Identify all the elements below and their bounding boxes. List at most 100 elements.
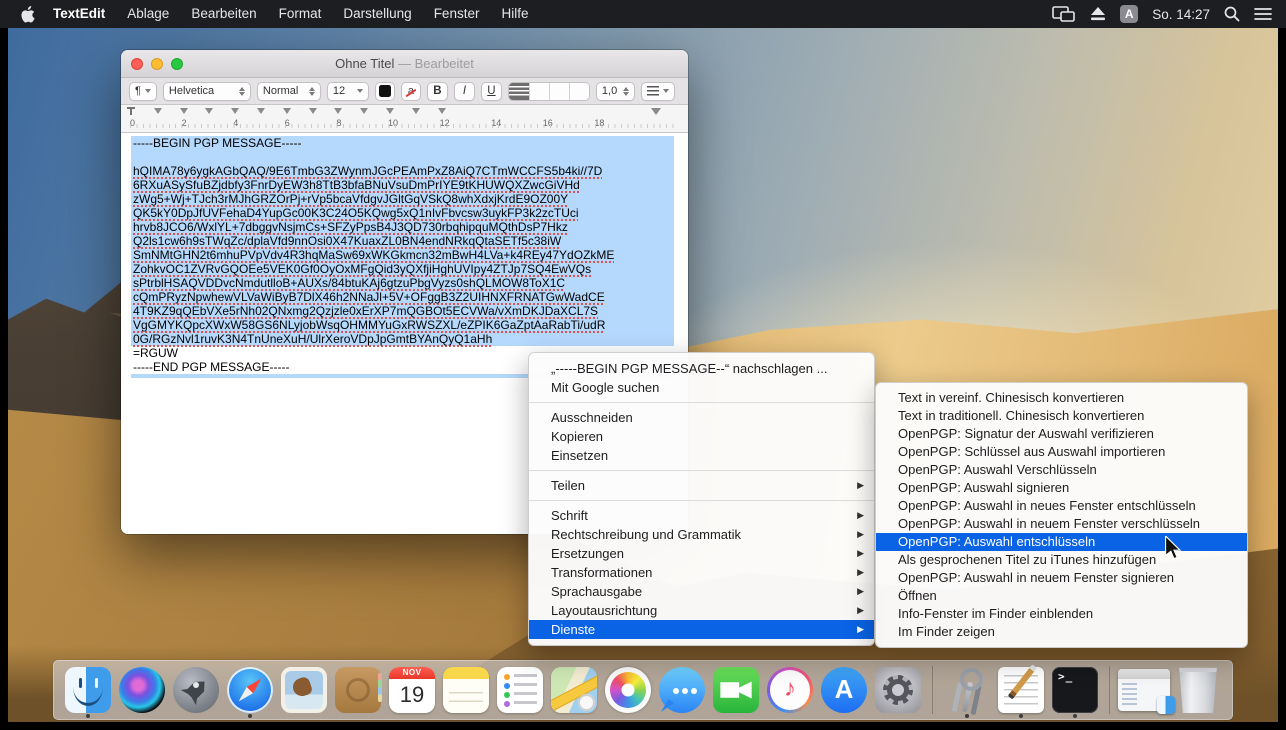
services-submenu-item-openpgp-signatur-der-auswahl-verifiziere[interactable]: OpenPGP: Signatur der Auswahl verifizier… [876,425,1247,443]
context-menu-item-ausschneiden[interactable]: Ausschneiden [529,408,874,427]
tab-stop-marker[interactable] [257,108,265,114]
services-submenu-item-openpgp-schlüssel-aus-auswahl-importiere[interactable]: OpenPGP: Schlüssel aus Auswahl importier… [876,443,1247,461]
close-button[interactable] [131,58,143,70]
context-menu-item-sprachausgabe[interactable]: Sprachausgabe▶ [529,582,874,601]
text-color-well[interactable] [375,82,395,101]
services-submenu-item-info-fenster-im-finder-einblenden[interactable]: Info-Fenster im Finder einblenden [876,605,1247,623]
menubar-item-textedit[interactable]: TextEdit [42,0,116,28]
context-menu-item-dienste[interactable]: Dienste▶ [529,620,874,639]
input-source-badge[interactable]: A [1120,5,1138,23]
services-submenu-item-openpgp-auswahl-entschlüsseln[interactable]: OpenPGP: Auswahl entschlüsseln [876,533,1247,551]
dock-item-safari[interactable] [226,662,274,718]
ruler-number: 18 [594,118,604,128]
dock-item-facetime[interactable] [712,662,760,718]
tab-stop-marker[interactable] [180,108,188,114]
context-menu-item-rechtschreibung-und-grammatik[interactable]: Rechtschreibung und Grammatik▶ [529,525,874,544]
services-submenu-item-openpgp-auswahl-in-neuem-fenster-verschl[interactable]: OpenPGP: Auswahl in neuem Fenster versch… [876,515,1247,533]
context-menu-item-einsetzen[interactable]: Einsetzen [529,446,874,465]
dock-item-keychain[interactable] [943,662,991,718]
paragraph-styles-button[interactable]: ¶ [129,82,157,101]
display-mirroring-icon[interactable] [1052,6,1076,22]
menubar-item-format[interactable]: Format [268,0,333,28]
dock-item-finder[interactable] [64,662,112,718]
context-menu-item-layoutausrichtung[interactable]: Layoutausrichtung▶ [529,601,874,620]
font-size-select[interactable]: 12 [327,82,369,101]
context-menu-item-mit-google-suchen[interactable]: Mit Google suchen [529,378,874,397]
services-submenu-item-openpgp-auswahl-in-neuem-fenster-signier[interactable]: OpenPGP: Auswahl in neuem Fenster signie… [876,569,1247,587]
background-color-well[interactable]: a [401,82,421,101]
dock-item-trash[interactable] [1174,662,1222,718]
context-menu-item-teilen[interactable]: Teilen▶ [529,476,874,495]
context-menu-item-kopieren[interactable]: Kopieren [529,427,874,446]
dock-item-maps[interactable] [550,662,598,718]
dock-item-appstore[interactable] [820,662,868,718]
tab-stop-marker[interactable] [334,108,342,114]
dock-item-contacts[interactable] [334,662,382,718]
document-line: 0G/RGzNvl1ruvK3N4TnUneXuH/UlrXeroVDpJpGm… [131,332,674,346]
notification-center-icon[interactable] [1254,7,1272,21]
tab-stop-marker[interactable] [360,108,368,114]
services-submenu-item-als-gesprochenen-titel-zu-itunes-hinzufü[interactable]: Als gesprochenen Titel zu iTunes hinzufü… [876,551,1247,569]
tab-stop-marker[interactable] [309,108,317,114]
tab-stop-marker[interactable] [283,108,291,114]
services-submenu-item-text-in-traditionell-chinesisch-konverti[interactable]: Text in traditionell. Chinesisch konvert… [876,407,1247,425]
tab-stop-marker[interactable] [231,108,239,114]
context-menu-item-transformationen[interactable]: Transformationen▶ [529,563,874,582]
tab-stop-marker[interactable] [438,108,446,114]
dock-item-itunes[interactable] [766,662,814,718]
menu-bar-clock[interactable]: So. 14:27 [1152,7,1210,22]
tab-stop-marker[interactable] [154,108,162,114]
desktop[interactable]: Ohne Titel — Bearbeitet ¶ Helvetica Norm… [8,28,1278,722]
italic-button[interactable]: I [454,82,475,101]
services-submenu-item-im-finder-zeigen[interactable]: Im Finder zeigen [876,623,1247,641]
services-submenu-item-text-in-vereinf-chinesisch-konvertieren[interactable]: Text in vereinf. Chinesisch konvertieren [876,389,1247,407]
menubar-item-hilfe[interactable]: Hilfe [490,0,539,28]
tab-stop-marker[interactable] [205,108,213,114]
menubar-item-bearbeiten[interactable]: Bearbeiten [180,0,267,28]
document-line: -----BEGIN PGP MESSAGE----- [131,136,674,150]
services-submenu-item-öffnen[interactable]: Öffnen [876,587,1247,605]
right-indent-marker[interactable] [651,108,661,115]
dock-item-photos[interactable] [604,662,652,718]
menubar-item-fenster[interactable]: Fenster [423,0,491,28]
ruler[interactable]: 024681012141618 [121,105,688,133]
menubar-item-ablage[interactable]: Ablage [116,0,180,28]
spotlight-search-icon[interactable] [1224,6,1240,22]
bold-button[interactable]: B [427,82,448,101]
dock-item-launchpad[interactable] [172,662,220,718]
align-center-button[interactable] [529,83,549,100]
dock-item-mail[interactable] [280,662,328,718]
align-right-button[interactable] [549,83,569,100]
underline-button[interactable]: U [481,82,502,101]
zoom-button[interactable] [171,58,183,70]
eject-icon[interactable] [1090,7,1106,21]
tab-stop-marker[interactable] [412,108,420,114]
font-family-select[interactable]: Helvetica [163,82,251,101]
dock-item-systemprefs[interactable] [874,662,922,718]
dock-item-reminders[interactable] [496,662,544,718]
context-menu-item-begin-pgp-message-nachschlagen[interactable]: „-----BEGIN PGP MESSAGE--“ nachschlagen … [529,359,874,378]
dock-item-calendar[interactable]: NOV19 [388,662,436,718]
list-style-button[interactable] [641,82,675,101]
tab-stop-marker[interactable] [386,108,394,114]
dock-item-minwindow[interactable] [1120,662,1168,718]
title-bar[interactable]: Ohne Titel — Bearbeitet [121,50,688,78]
context-menu-item-schrift[interactable]: Schrift▶ [529,506,874,525]
dock-item-messages[interactable] [658,662,706,718]
dock-item-siri[interactable] [118,662,166,718]
services-submenu-item-openpgp-auswahl-in-neues-fenster-entschl[interactable]: OpenPGP: Auswahl in neues Fenster entsch… [876,497,1247,515]
context-menu-item-ersetzungen[interactable]: Ersetzungen▶ [529,544,874,563]
left-indent-marker[interactable] [127,107,135,115]
apple-menu-icon[interactable] [12,6,42,23]
align-left-button[interactable] [509,83,529,100]
align-justify-button[interactable] [569,83,589,100]
dock-item-textedit[interactable] [997,662,1045,718]
minimize-button[interactable] [151,58,163,70]
font-style-select[interactable]: Normal [257,82,321,101]
services-submenu-item-openpgp-auswahl-verschlüsseln[interactable]: OpenPGP: Auswahl Verschlüsseln [876,461,1247,479]
services-submenu-item-openpgp-auswahl-signieren[interactable]: OpenPGP: Auswahl signieren [876,479,1247,497]
dock-item-terminal[interactable]: >_ [1051,662,1099,718]
line-spacing-stepper[interactable]: 1,0 [596,82,635,101]
dock-item-notes[interactable] [442,662,490,718]
menubar-item-darstellung[interactable]: Darstellung [332,0,422,28]
